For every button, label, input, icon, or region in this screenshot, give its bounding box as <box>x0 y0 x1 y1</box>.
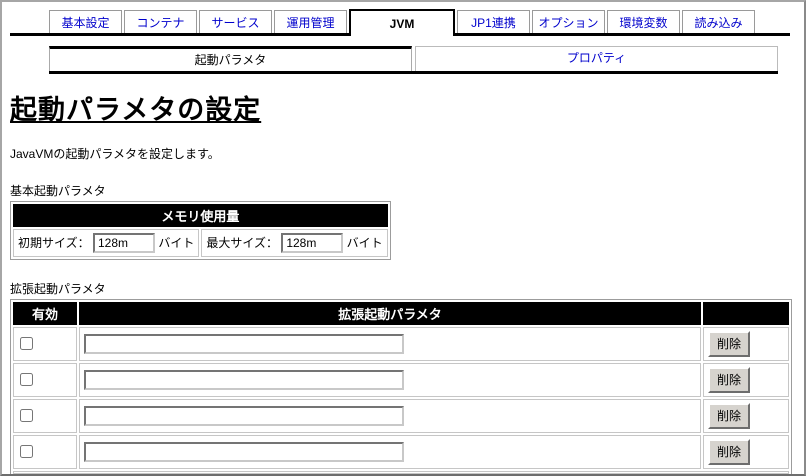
subtab-properties[interactable]: プロパティ <box>415 46 778 71</box>
delete-button-2[interactable]: 削除 <box>708 367 751 393</box>
max-size-input[interactable] <box>281 233 344 253</box>
tab-jp1-link[interactable]: JP1連携 <box>457 10 530 33</box>
parameter-row: 削除 <box>13 363 789 397</box>
action-column-header <box>703 302 789 325</box>
app-window: 基本設定 コンテナ サービス 運用管理 JVM JP1連携 オプション 環境変数… <box>0 0 806 476</box>
parameter-input-4[interactable] <box>84 442 404 462</box>
tab-load[interactable]: 読み込み <box>682 10 755 33</box>
tab-options[interactable]: オプション <box>532 10 605 33</box>
enabled-column-header: 有効 <box>13 302 77 325</box>
parameter-input-3[interactable] <box>84 406 404 426</box>
sub-tab-bar: 起動パラメタ プロパティ <box>49 46 778 74</box>
page-title: 起動パラメタの設定 <box>10 95 262 125</box>
memory-usage-table: メモリ使用量 初期サイズ： バイト 最大サイズ： バイト <box>10 201 391 260</box>
delete-button-4[interactable]: 削除 <box>708 439 751 465</box>
spacer-row <box>13 471 789 474</box>
extended-parameters-table: 有効 拡張起動パラメタ 削除 削除 削除 削除 <box>10 299 792 474</box>
initial-size-unit: バイト <box>158 236 195 250</box>
memory-usage-header: メモリ使用量 <box>13 204 388 227</box>
initial-size-cell: 初期サイズ： バイト <box>13 229 200 257</box>
tab-operation-management[interactable]: 運用管理 <box>274 10 347 33</box>
max-size-unit: バイト <box>346 236 383 250</box>
parameter-row: 削除 <box>13 399 789 433</box>
enable-checkbox-3[interactable] <box>20 409 33 422</box>
memory-usage-row: 初期サイズ： バイト 最大サイズ： バイト <box>13 229 388 257</box>
max-size-label: 最大サイズ： <box>206 236 278 250</box>
parameter-input-1[interactable] <box>84 334 404 354</box>
initial-size-label: 初期サイズ： <box>18 236 90 250</box>
max-size-cell: 最大サイズ： バイト <box>201 229 388 257</box>
subtab-startup-parameters[interactable]: 起動パラメタ <box>49 46 412 71</box>
delete-button-1[interactable]: 削除 <box>708 331 751 357</box>
enable-checkbox-2[interactable] <box>20 373 33 386</box>
parameter-row: 削除 <box>13 435 789 469</box>
parameter-row: 削除 <box>13 327 789 361</box>
page-description: JavaVMの起動パラメタを設定します。 <box>10 147 220 161</box>
parameter-column-header: 拡張起動パラメタ <box>79 302 701 325</box>
basic-section-label: 基本起動パラメタ <box>10 184 106 198</box>
initial-size-input[interactable] <box>92 233 155 253</box>
tab-jvm[interactable]: JVM <box>349 9 455 36</box>
tab-container[interactable]: コンテナ <box>124 10 197 33</box>
extended-section-label: 拡張起動パラメタ <box>10 282 106 296</box>
enable-checkbox-1[interactable] <box>20 337 33 350</box>
tab-service[interactable]: サービス <box>199 10 272 33</box>
main-tab-bar: 基本設定 コンテナ サービス 運用管理 JVM JP1連携 オプション 環境変数… <box>10 9 790 36</box>
parameter-input-2[interactable] <box>84 370 404 390</box>
tab-env-vars[interactable]: 環境変数 <box>607 10 680 33</box>
tab-basic-settings[interactable]: 基本設定 <box>49 10 122 33</box>
enable-checkbox-4[interactable] <box>20 445 33 458</box>
delete-button-3[interactable]: 削除 <box>708 403 751 429</box>
